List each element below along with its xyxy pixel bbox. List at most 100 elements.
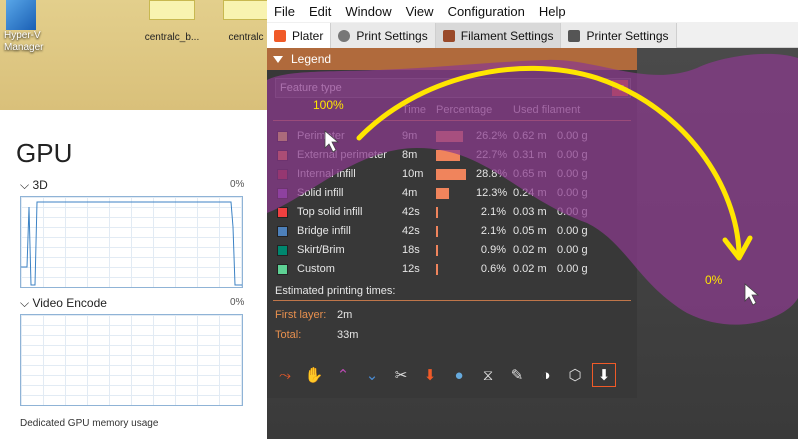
- tab-label: Filament Settings: [460, 28, 554, 43]
- legend-row: External perimeter 8m 22.7% 0.31 m 0.00 g: [275, 147, 631, 166]
- legend-header[interactable]: Legend: [267, 48, 637, 70]
- menu-bar: File Edit Window View Configuration Help: [267, 0, 798, 22]
- printer-icon: [568, 29, 581, 42]
- feature-length: 0.02 m: [513, 244, 547, 256]
- retractions-icon[interactable]: ⌃: [331, 363, 355, 387]
- tab-bar: Plater Print Settings Filament Settings …: [267, 22, 798, 48]
- file-shortcut[interactable]: centralc_b...: [140, 0, 204, 43]
- feature-name: Solid infill: [297, 187, 344, 199]
- menu-window[interactable]: Window: [338, 4, 398, 19]
- tab-label: Print Settings: [356, 28, 428, 43]
- desktop-background: Hyper-V Manager centralc_b... centralc: [0, 0, 269, 110]
- feature-time: 42s: [402, 225, 420, 237]
- feature-length: 0.62 m: [513, 130, 547, 142]
- first-layer-value: 2m: [337, 309, 353, 321]
- menu-help[interactable]: Help: [532, 4, 573, 19]
- gear-icon: [338, 29, 351, 42]
- graph-label-3d[interactable]: ⌵ 3D: [20, 178, 48, 193]
- feature-length: 0.31 m: [513, 149, 547, 161]
- color-swatch: [277, 131, 288, 142]
- feature-time: 4m: [402, 187, 418, 199]
- feature-length: 0.02 m: [513, 263, 547, 275]
- tab-label: Plater: [292, 28, 324, 43]
- color-swatch: [277, 207, 288, 218]
- color-swatch: [277, 188, 288, 199]
- feature-percentage: 22.7%: [476, 149, 508, 161]
- feature-time: 10m: [402, 168, 424, 180]
- menu-file[interactable]: File: [267, 4, 302, 19]
- feature-name: Skirt/Brim: [297, 244, 345, 256]
- file-icon: [149, 0, 195, 20]
- percentage-bar: [436, 150, 460, 161]
- feature-length: 0.03 m: [513, 206, 547, 218]
- graph-percent: 0%: [230, 179, 245, 190]
- color-swatch: [277, 245, 288, 256]
- color-swatch: [277, 264, 288, 275]
- feature-type-select[interactable]: Feature type: [275, 78, 631, 98]
- graph-label-video-encode[interactable]: ⌵ Video Encode: [20, 296, 107, 311]
- color-swatch: [277, 226, 288, 237]
- feature-time: 42s: [402, 206, 420, 218]
- page-title: GPU: [16, 138, 73, 168]
- select-value: Feature type: [280, 82, 342, 94]
- legend-row: Top solid infill 42s 2.1% 0.03 m 0.00 g: [275, 204, 631, 223]
- file-icon: [223, 0, 269, 20]
- feature-weight: 0.00 g: [557, 225, 588, 237]
- tool-marker-icon[interactable]: ⬇: [592, 363, 616, 387]
- feature-name: Internal infill: [297, 168, 356, 180]
- feature-weight: 0.00 g: [557, 187, 588, 199]
- chevron-down-icon: [612, 80, 628, 96]
- menu-view[interactable]: View: [399, 4, 441, 19]
- total-label: Total:: [275, 329, 302, 341]
- feature-time: 12s: [402, 263, 420, 275]
- annotation-label-bottom: 0%: [705, 273, 723, 287]
- feature-name: Top solid infill: [297, 206, 363, 218]
- menu-edit[interactable]: Edit: [302, 4, 338, 19]
- feature-weight: 0.00 g: [557, 244, 588, 256]
- shells-icon[interactable]: ⬡: [563, 363, 587, 387]
- feature-percentage: 12.3%: [476, 187, 508, 199]
- center-of-gravity-icon[interactable]: ◑: [534, 363, 558, 387]
- custom-gcodes-icon[interactable]: ✎: [505, 363, 529, 387]
- legend-row: Internal infill 10m 28.8% 0.65 m 0.00 g: [275, 166, 631, 185]
- tab-label: Printer Settings: [586, 28, 669, 43]
- hyper-v-manager-shortcut[interactable]: Hyper-V Manager: [0, 0, 64, 54]
- color-changes-icon[interactable]: ●: [447, 363, 471, 387]
- arrow-head: [722, 235, 753, 261]
- percentage-bar: [436, 188, 449, 199]
- filament-spool-icon: [442, 29, 455, 42]
- wipe-icon[interactable]: ✋: [302, 363, 326, 387]
- feature-percentage: 2.1%: [480, 206, 506, 218]
- tab-printer-settings[interactable]: Printer Settings: [561, 23, 677, 48]
- seams-icon[interactable]: ✂: [389, 363, 413, 387]
- feature-percentage: 0.9%: [480, 244, 506, 256]
- tab-print-settings[interactable]: Print Settings: [331, 23, 436, 48]
- hyper-v-icon: [6, 0, 36, 30]
- desktop-icon-label: centralc_b...: [144, 32, 200, 43]
- deretractions-icon[interactable]: ⌄: [360, 363, 384, 387]
- memory-usage-label: Dedicated GPU memory usage: [20, 418, 159, 429]
- 3d-preview-viewport[interactable]: Legend Feature type Time Percentage Used…: [267, 48, 798, 439]
- menu-configuration[interactable]: Configuration: [441, 4, 532, 19]
- legend-row: Bridge infill 42s 2.1% 0.05 m 0.00 g: [275, 223, 631, 242]
- percentage-bar: [436, 207, 438, 218]
- feature-name: External perimeter: [297, 149, 387, 161]
- tool-changes-icon[interactable]: ⬇: [418, 363, 442, 387]
- feature-weight: 0.00 g: [557, 168, 588, 180]
- plater-icon: [274, 29, 286, 42]
- tab-filament-settings[interactable]: Filament Settings: [435, 23, 562, 48]
- percentage-bar: [436, 245, 438, 256]
- graph-percent: 0%: [230, 297, 245, 308]
- tab-plater[interactable]: Plater: [267, 23, 332, 48]
- percentage-bar: [436, 131, 463, 142]
- percentage-bar: [436, 169, 466, 180]
- first-layer-label: First layer:: [275, 309, 327, 321]
- feature-weight: 0.00 g: [557, 130, 588, 142]
- travel-icon[interactable]: ⤳: [273, 363, 297, 387]
- collapse-triangle-icon: [273, 55, 283, 63]
- legend-row: Skirt/Brim 18s 0.9% 0.02 m 0.00 g: [275, 242, 631, 261]
- feature-percentage: 26.2%: [476, 130, 508, 142]
- feature-weight: 0.00 g: [557, 206, 588, 218]
- legend-title: Legend: [291, 52, 332, 66]
- pause-prints-icon[interactable]: ⧖: [476, 363, 500, 387]
